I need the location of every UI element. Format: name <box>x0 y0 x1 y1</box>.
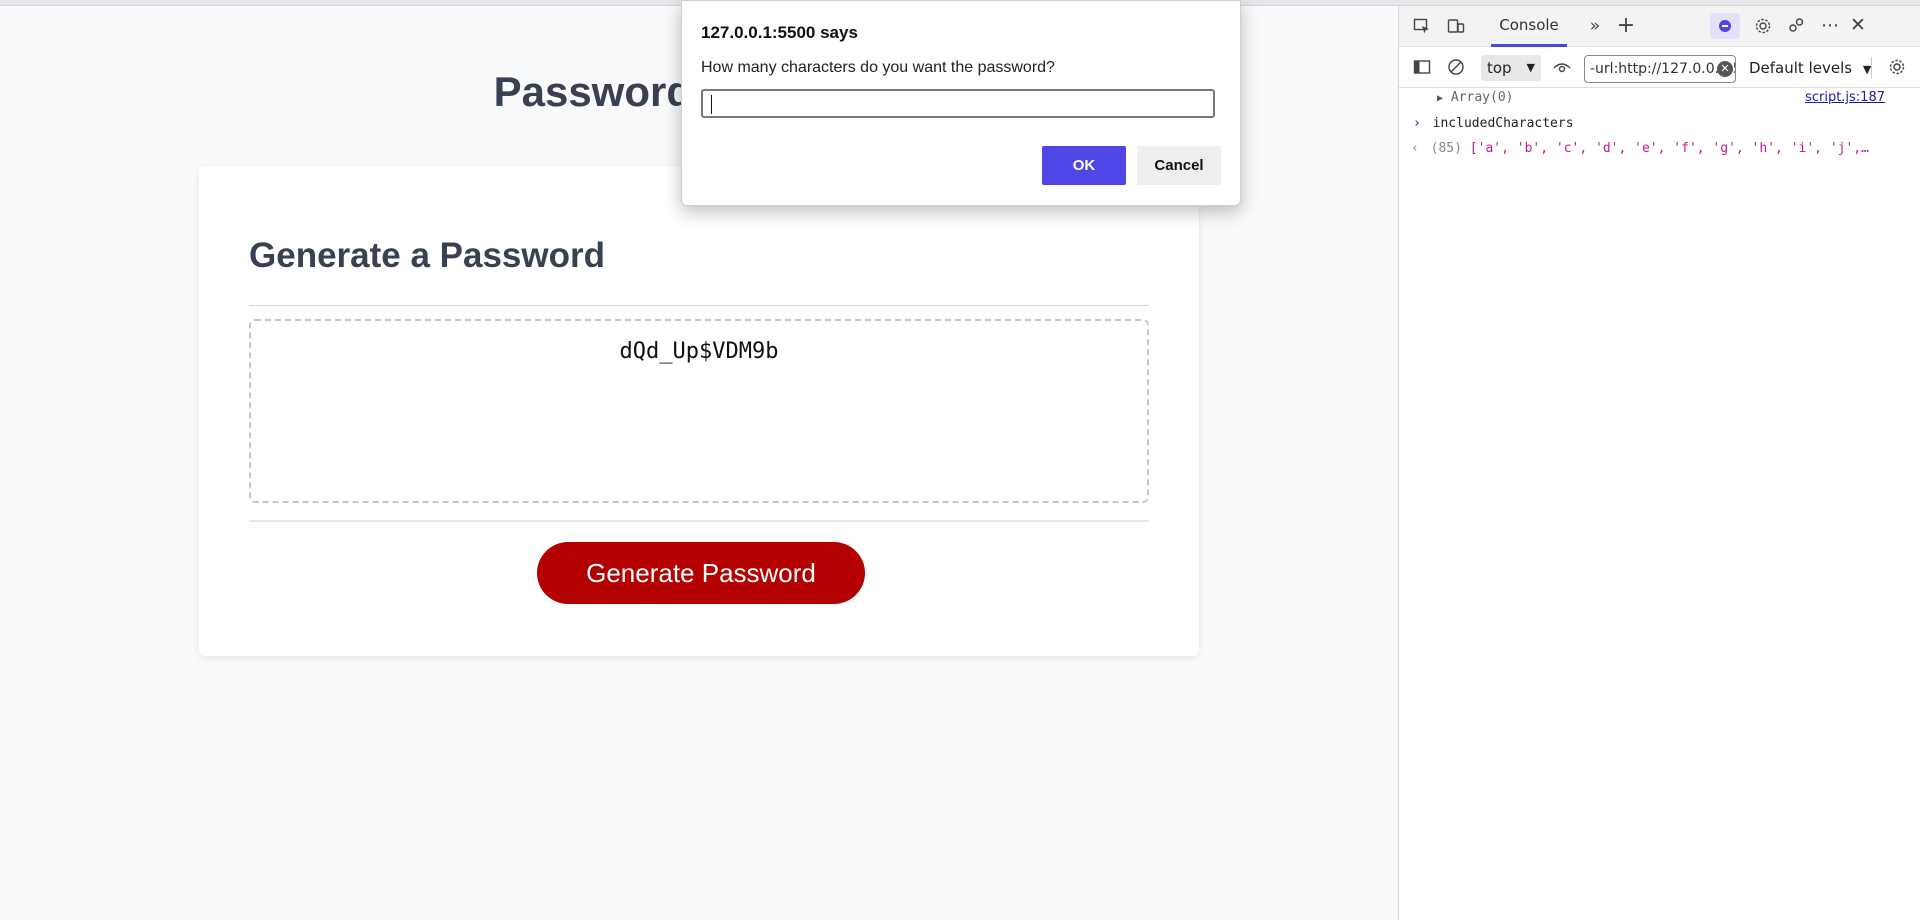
log-levels-dropdown[interactable]: Default levels ▼ <box>1749 55 1871 81</box>
card-title: Generate a Password <box>249 236 605 275</box>
tab-console[interactable]: Console <box>1491 6 1567 47</box>
dialog-input[interactable] <box>701 89 1215 118</box>
inspect-element-icon[interactable] <box>1409 13 1435 39</box>
console-input-text: includedCharacters <box>1432 116 1574 131</box>
toolbar-divider <box>1871 57 1872 79</box>
device-emulation-icon[interactable] <box>1443 13 1469 39</box>
source-link[interactable]: script.js:187 <box>1805 90 1885 105</box>
more-options-icon[interactable]: ⋯ <box>1817 12 1843 38</box>
password-card: Generate a Password dQd_Up$VDM9b Generat… <box>199 166 1199 656</box>
console-array-text: Array(0) <box>1450 90 1514 105</box>
sidebar-toggle-icon[interactable] <box>1409 54 1435 80</box>
live-expression-eye-icon[interactable] <box>1549 55 1575 81</box>
card-divider-top <box>249 305 1149 306</box>
add-tab-icon[interactable]: + <box>1613 12 1639 38</box>
chevron-down-icon: ▼ <box>1526 61 1535 74</box>
dialog-message: How many characters do you want the pass… <box>701 59 1055 76</box>
context-select-value: top <box>1487 59 1512 77</box>
ok-button[interactable]: OK <box>1042 146 1126 185</box>
expand-triangle-icon[interactable]: ▶ <box>1437 93 1443 104</box>
password-text: dQd_Up$VDM9b <box>619 339 779 364</box>
clear-console-icon[interactable] <box>1443 54 1469 80</box>
devtools-panel: Console » + ⋯ ✕ top ▼ -url:http://127.0.… <box>1398 6 1920 920</box>
console-settings-gear-icon[interactable] <box>1884 54 1910 80</box>
cancel-button[interactable]: Cancel <box>1137 146 1221 185</box>
result-arrow-icon: ‹ <box>1411 141 1419 156</box>
settings-gear-icon[interactable] <box>1750 13 1776 39</box>
console-filter-value: -url:http://127.0.0.1:5500 <box>1590 61 1735 77</box>
log-levels-label: Default levels <box>1749 59 1853 77</box>
clear-filter-icon[interactable]: ✕ <box>1717 61 1733 77</box>
console-input-line: › includedCharacters <box>1399 116 1920 136</box>
devtools-tabbar: Console » + ⋯ ✕ <box>1399 6 1920 47</box>
close-icon[interactable]: ✕ <box>1845 12 1871 38</box>
generate-password-button[interactable]: Generate Password <box>537 542 865 604</box>
more-tabs-icon[interactable]: » <box>1582 13 1608 39</box>
console-filter-input[interactable]: -url:http://127.0.0.1:5500 <box>1584 55 1736 83</box>
input-prompt-chevron-icon: › <box>1413 116 1421 131</box>
dialog-title: 127.0.0.1:5500 says <box>701 23 858 42</box>
card-divider-bottom <box>249 520 1149 522</box>
prompt-dialog: 127.0.0.1:5500 says How many characters … <box>681 0 1241 206</box>
password-output[interactable]: dQd_Up$VDM9b <box>249 319 1149 503</box>
customize-icon[interactable] <box>1783 13 1809 39</box>
copilot-icon[interactable] <box>1710 13 1740 39</box>
context-select[interactable]: top ▼ <box>1481 55 1541 81</box>
console-result-line[interactable]: ‹ (85) ['a', 'b', 'c', 'd', 'e', 'f', 'g… <box>1399 141 1920 161</box>
console-toolbar: top ▼ -url:http://127.0.0.1:5500 ✕ Defau… <box>1399 47 1920 88</box>
result-count: (85) <box>1430 141 1462 156</box>
result-values: ['a', 'b', 'c', 'd', 'e', 'f', 'g', 'h',… <box>1469 141 1869 156</box>
text-caret <box>711 95 712 114</box>
